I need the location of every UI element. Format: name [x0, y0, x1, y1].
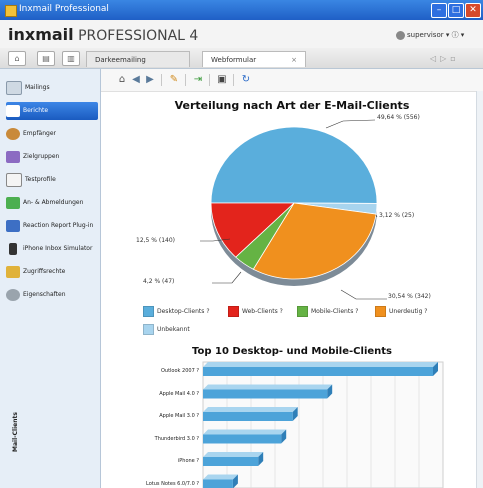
legend-item-unknown: Unbekannt: [143, 324, 190, 335]
sidebar-item-label: Zugriffsrechte: [23, 268, 66, 275]
subscribe-icon: [6, 196, 20, 209]
sidebar-item-reaction-report[interactable]: Reaction Report Plug-in: [6, 217, 98, 235]
sidebar-item-label: An- & Abmeldungen: [23, 199, 84, 206]
maximize-button[interactable]: □: [448, 3, 464, 18]
sidebar-item-iphone-simulator[interactable]: iPhone Inbox Simulator: [6, 240, 98, 258]
sidebar-item-label: iPhone Inbox Simulator: [23, 245, 93, 252]
unknown-share-annotation: 3,12 % (25): [379, 212, 415, 219]
legend-item-desktop: Desktop-Clients ?: [143, 306, 210, 317]
tab-webformular[interactable]: Webformular ×: [202, 51, 306, 67]
desktop-share-annotation: 49,64 % (556): [377, 114, 420, 121]
minimize-button[interactable]: –: [431, 3, 447, 18]
bar-chart-axis-title: Mail-Clients: [12, 412, 19, 452]
legend-swatch: [143, 306, 154, 317]
sidebar-item-anmeldungen[interactable]: An- & Abmeldungen: [6, 194, 98, 212]
bar-category-label: Outlook 2007 ?: [160, 368, 199, 374]
settings-icon: [6, 288, 20, 301]
bar: [203, 452, 264, 466]
app-logo: inxmail PROFESSIONAL 4: [8, 25, 199, 44]
sidebar-item-zielgruppen[interactable]: Zielgruppen: [6, 148, 98, 166]
legend-item-web: Web-Clients ?: [228, 306, 283, 317]
target-group-icon: [6, 150, 20, 163]
sidebar-item-label: Zielgruppen: [23, 153, 60, 160]
legend-swatch: [143, 324, 154, 335]
close-tab-icon[interactable]: ×: [291, 52, 297, 68]
tab-label: Darkeemailing: [95, 56, 146, 64]
bar: [203, 384, 333, 399]
app-icon: [5, 5, 17, 17]
window-title: Inxmail Professional: [19, 4, 109, 14]
tab-scroll-arrows[interactable]: ◁▷▫: [430, 54, 460, 63]
bar-category-label: iPhone ?: [177, 458, 199, 464]
legend-swatch: [297, 306, 308, 317]
sidebar-item-zugriffsrechte[interactable]: Zugriffsrechte: [6, 263, 98, 281]
pie-chart: [200, 119, 387, 300]
sidebar-item-label: Mailings: [25, 84, 50, 91]
envelope-icon: [6, 80, 22, 95]
pie-slice-desktop: [210, 126, 378, 204]
bar: [203, 407, 298, 421]
report-icon: [6, 104, 20, 117]
bar-category-label: Apple Mail 3.0 ?: [159, 413, 199, 419]
bar: [203, 429, 287, 444]
bar: [203, 474, 238, 488]
home-icon[interactable]: ⌂: [8, 51, 26, 66]
report-panel: ⌂ ◀ ▶ ✎ ⇥ ▣ ↻ Verteilung nach Art der E-…: [101, 69, 483, 488]
sidebar-item-empfaenger[interactable]: Empfänger: [6, 125, 98, 143]
test-profile-icon: [6, 172, 22, 187]
legend-swatch: [228, 306, 239, 317]
legend-item-mobile: Mobile-Clients ?: [297, 306, 358, 317]
sidebar-item-eigenschaften[interactable]: Eigenschaften: [6, 286, 98, 304]
history-icon[interactable]: ▤: [37, 51, 55, 66]
phone-icon: [9, 242, 17, 255]
pie-leader-line: [340, 289, 387, 300]
users-icon: [6, 127, 20, 140]
user-menu[interactable]: supervisor ▾ ⓘ ▾: [396, 30, 464, 40]
bar-category-label: Lotus Notes 6.0/7.0 ?: [146, 480, 199, 487]
mobile-share-annotation: 4,2 % (47): [143, 278, 175, 285]
sidebar-item-mailings[interactable]: Mailings: [6, 79, 98, 97]
bar-chart-title: Top 10 Desktop- und Mobile-Clients: [192, 346, 392, 357]
legend-swatch: [375, 306, 386, 317]
tab-darkeemailing[interactable]: Darkeemailing: [86, 51, 190, 67]
app-window: Inxmail Professional – □ ✕ inxmail PROFE…: [0, 0, 483, 488]
bar-chart: [202, 361, 444, 488]
sidebar-item-berichte[interactable]: Berichte: [6, 102, 98, 120]
pie-leader-line: [212, 271, 242, 284]
sidebar-item-label: Empfänger: [23, 130, 57, 137]
reaction-report-icon: [6, 219, 20, 232]
user-menu-label: supervisor ▾ ⓘ ▾: [407, 31, 465, 39]
window-icon[interactable]: ▥: [62, 51, 80, 66]
sidebar-item-label: Testprofile: [25, 176, 56, 183]
bar-category-label: Thunderbird 3.0 ?: [154, 435, 199, 442]
tab-label: Webformular: [211, 56, 257, 64]
close-window-button[interactable]: ✕: [465, 3, 481, 18]
sidebar-item-label: Eigenschaften: [23, 291, 66, 298]
unknown-os-share-annotation: 30,54 % (342): [388, 293, 431, 300]
sidebar-item-testprofile[interactable]: Testprofile: [6, 171, 98, 189]
bar: [203, 362, 438, 376]
sidebar-item-label: Berichte: [23, 107, 49, 114]
sidebar-item-label: Reaction Report Plug-in: [23, 222, 94, 229]
user-icon: [396, 30, 405, 40]
vertical-scrollbar[interactable]: [476, 91, 483, 488]
legend-item-unknown-os: Unerdeutig ?: [375, 306, 427, 317]
title-bar: Inxmail Professional – □ ✕: [0, 0, 483, 20]
web-share-annotation: 12,5 % (140): [136, 237, 176, 244]
tab-bar: ⌂ ▤ ▥ Darkeemailing Webformular × ◁▷▫: [0, 48, 483, 69]
pie-leader-line: [325, 119, 376, 129]
key-icon: [6, 265, 20, 278]
bar-category-label: Apple Mail 4.0 ?: [159, 390, 199, 397]
app-header: inxmail PROFESSIONAL 4 supervisor ▾ ⓘ ▾: [0, 20, 483, 48]
